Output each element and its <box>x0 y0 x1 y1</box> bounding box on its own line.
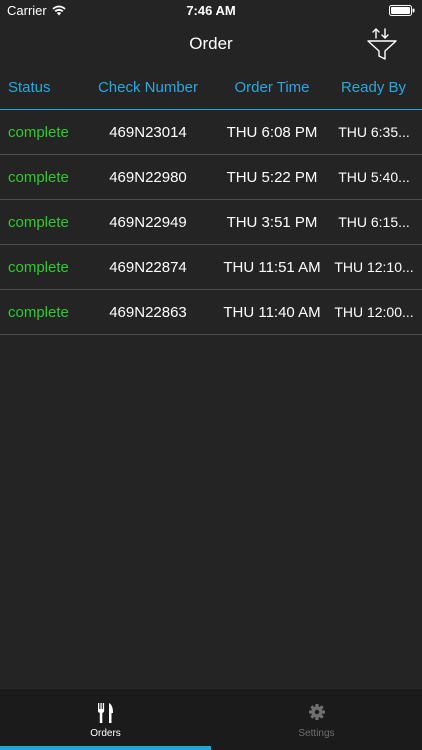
sort-filter-funnel-icon <box>367 28 397 60</box>
gear-icon <box>308 704 325 720</box>
page-title: Order <box>189 34 233 53</box>
clock: 7:46 AM <box>186 3 236 18</box>
tab-bar: Orders Settings <box>0 689 422 750</box>
order-time-cell: THU 3:51 PM <box>226 213 318 231</box>
ready-by-cell: THU 12:10... <box>334 259 414 275</box>
status-cell: complete <box>8 258 69 276</box>
tab-orders[interactable]: Orders <box>0 689 211 750</box>
tab-settings[interactable]: Settings <box>211 689 422 750</box>
order-time-cell: THU 6:08 PM <box>226 123 318 141</box>
navigation-bar: Order <box>0 22 422 66</box>
column-header-status[interactable]: Status <box>0 79 86 96</box>
table-row[interactable]: complete 469N22874 THU 11:51 AM THU 12:1… <box>0 245 422 290</box>
column-header-order-time[interactable]: Order Time <box>210 79 334 96</box>
check-number-cell: 469N22863 <box>109 303 187 321</box>
status-cell: complete <box>8 303 69 321</box>
tab-label: Orders <box>90 728 121 739</box>
ready-by-cell: THU 6:35... <box>338 124 410 140</box>
check-number-cell: 469N22874 <box>109 258 187 276</box>
battery-full-icon <box>389 5 415 16</box>
filter-button[interactable] <box>362 24 402 64</box>
table-row[interactable]: complete 469N22980 THU 5:22 PM THU 5:40.… <box>0 155 422 200</box>
status-cell: complete <box>8 213 69 231</box>
orders-list: complete 469N23014 THU 6:08 PM THU 6:35.… <box>0 110 422 335</box>
column-header-check-number[interactable]: Check Number <box>86 79 210 96</box>
check-number-cell: 469N22980 <box>109 168 187 186</box>
column-header-ready-by[interactable]: Ready By <box>334 79 422 96</box>
table-row[interactable]: complete 469N22949 THU 3:51 PM THU 6:15.… <box>0 200 422 245</box>
order-screen: Carrier 7:46 AM Order Status Check Numbe… <box>0 0 422 750</box>
fork-knife-icon <box>97 703 113 723</box>
ready-by-cell: THU 6:15... <box>338 214 410 230</box>
check-number-cell: 469N22949 <box>109 213 187 231</box>
table-row[interactable]: complete 469N23014 THU 6:08 PM THU 6:35.… <box>0 110 422 155</box>
ready-by-cell: THU 12:00... <box>334 304 414 320</box>
active-tab-indicator <box>0 746 211 750</box>
status-bar: Carrier 7:46 AM <box>0 0 422 22</box>
table-header: Status Check Number Order Time Ready By <box>0 66 422 110</box>
ready-by-cell: THU 5:40... <box>338 169 410 185</box>
order-time-cell: THU 5:22 PM <box>226 168 318 186</box>
table-row[interactable]: complete 469N22863 THU 11:40 AM THU 12:0… <box>0 290 422 335</box>
check-number-cell: 469N23014 <box>109 123 187 141</box>
order-time-cell: THU 11:40 AM <box>223 303 321 321</box>
status-cell: complete <box>8 168 69 186</box>
tab-label: Settings <box>298 728 335 739</box>
order-time-cell: THU 11:51 AM <box>223 258 321 276</box>
status-cell: complete <box>8 123 69 141</box>
